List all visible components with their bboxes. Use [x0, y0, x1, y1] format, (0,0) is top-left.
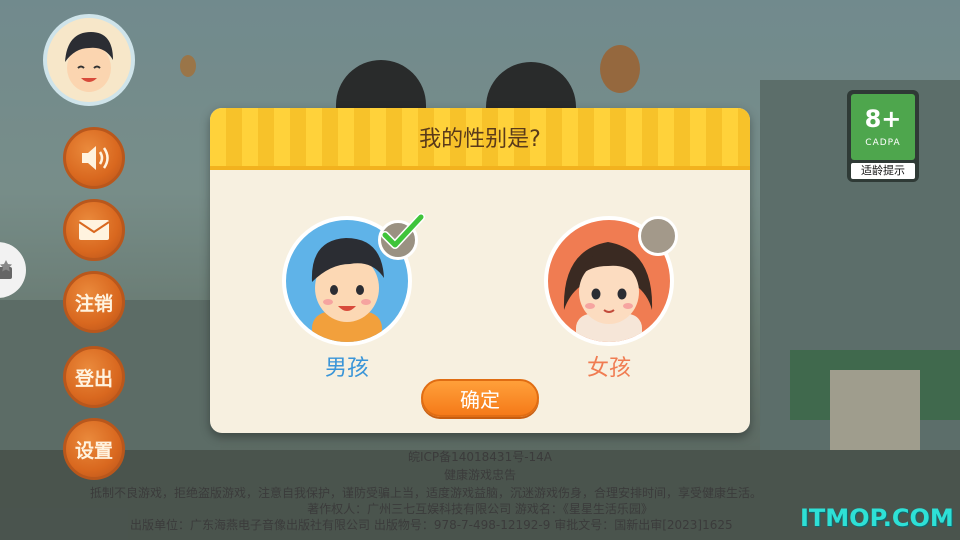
age-rating-org: CADPA: [865, 138, 901, 148]
age-rating-panel: 8+ CADPA: [851, 94, 915, 160]
icp-number: 皖ICP备14018431号-14A: [407, 450, 553, 464]
girl-label: 女孩: [586, 356, 631, 381]
checkmark-icon: [381, 213, 425, 249]
gender-dialog: 我的性别是? 男孩 女孩 确定: [210, 108, 750, 433]
sign-out-button[interactable]: 登出: [63, 346, 125, 408]
boy-label: 男孩: [324, 356, 369, 381]
boy-face-icon: [65, 32, 113, 92]
player-avatar[interactable]: [43, 14, 135, 106]
dialog-title: 我的性别是?: [419, 127, 541, 152]
speaker-icon: [82, 146, 109, 170]
health-notice-text: 抵制不良游戏，拒绝盗版游戏，注意自我保护，谨防受骗上当，适度游戏益脑，沉迷游戏伤…: [90, 486, 763, 500]
girl-unselected-badge: [638, 216, 678, 256]
boy-selected-badge: [378, 213, 425, 260]
age-rating-tip: 适龄提示: [851, 163, 915, 179]
star-icon: [0, 260, 12, 279]
site-watermark: ITMOP.COM: [800, 504, 954, 532]
health-notice-title: 健康游戏忠告: [443, 468, 516, 482]
publisher-text: 出版单位：广东海燕电子音像出版社有限公司 出版物号：978-7-498-1219…: [130, 518, 733, 532]
confirm-button[interactable]: 确定: [421, 379, 539, 417]
confirm-label: 确定: [460, 387, 500, 412]
logout-account-button[interactable]: 注销: [63, 271, 125, 333]
age-rating-value: 8+: [864, 105, 902, 133]
mail-button[interactable]: [63, 199, 125, 261]
logout-account-label: 注销: [74, 292, 113, 315]
sign-out-label: 登出: [74, 367, 113, 390]
age-rating-badge: 8+ CADPA 适龄提示: [847, 90, 919, 182]
sound-button[interactable]: [63, 127, 125, 189]
dialog-header: 我的性别是?: [210, 108, 750, 170]
mail-icon: [78, 220, 110, 240]
